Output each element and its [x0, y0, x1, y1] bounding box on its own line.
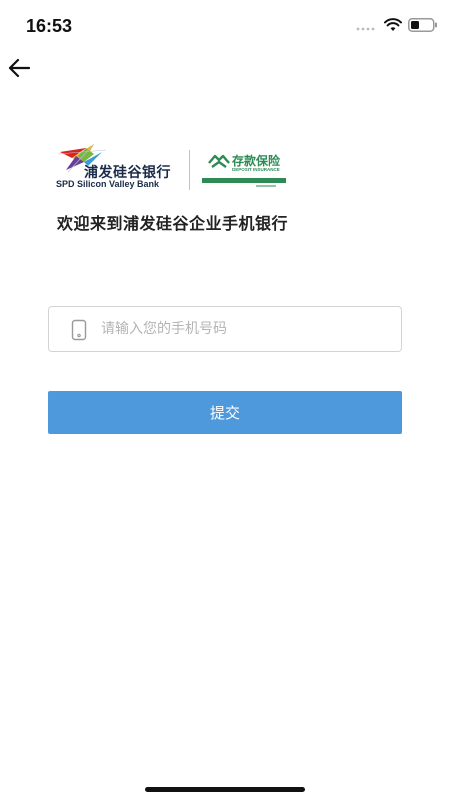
- deposit-insurance-icon: [208, 154, 230, 168]
- phone-field[interactable]: [48, 306, 402, 352]
- spd-bank-logo: 浦发硅谷银行 SPD Silicon Valley Bank: [56, 144, 182, 192]
- deposit-insurance-logo: 存款保险 DEPOSIT INSURANCE: [202, 152, 288, 192]
- welcome-text: 欢迎来到浦发硅谷企业手机银行: [57, 214, 289, 233]
- mobile-phone-icon: [71, 319, 87, 341]
- back-button[interactable]: [8, 58, 34, 82]
- submit-button[interactable]: 提交: [48, 391, 402, 434]
- status-time: 16:53: [26, 16, 73, 36]
- deposit-en-label: DEPOSIT INSURANCE: [232, 167, 280, 172]
- bank-logos: 浦发硅谷银行 SPD Silicon Valley Bank 存款保险 DEPO…: [56, 144, 296, 194]
- battery-icon: [408, 18, 437, 32]
- login-screen: 16:53 浦发硅谷银行 SPD Silicon Valley Bank 存款保…: [0, 0, 450, 800]
- home-indicator: [145, 787, 305, 792]
- deposit-band: [202, 178, 286, 183]
- wifi-icon: [384, 18, 402, 31]
- arrow-left-icon: [8, 58, 31, 78]
- phone-input[interactable]: [101, 307, 391, 351]
- bank-en-name: SPD Silicon Valley Bank: [56, 179, 160, 189]
- cellular-signal-icon: [356, 27, 375, 31]
- deposit-tiny-line: [256, 185, 276, 187]
- status-bar: 16:53: [0, 0, 450, 48]
- logo-divider: [189, 150, 190, 190]
